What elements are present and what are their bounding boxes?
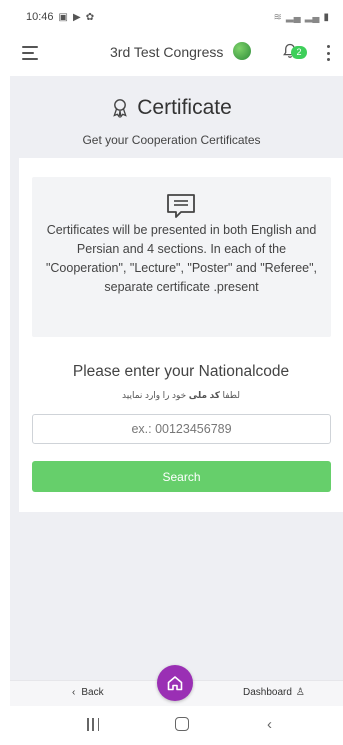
status-time: 10:46 (26, 11, 54, 23)
page-heading: Certificate (0, 96, 343, 123)
dashboard-label: Dashboard (243, 687, 292, 698)
gallery-icon: ▣ (58, 11, 68, 23)
dashboard-button[interactable]: Dashboard ♙ (243, 687, 305, 698)
system-back-icon[interactable]: ‹ (267, 716, 272, 733)
status-right: ≋ ▂▄ ▂▄ ▮ (274, 12, 329, 23)
persian-hint-pre: لطفا (220, 390, 240, 400)
info-box: Certificates will be presented in both E… (32, 177, 331, 337)
persian-hint-post: خود را وارد نمایید (122, 390, 189, 400)
info-text: Certificates will be presented in both E… (45, 223, 318, 294)
nationalcode-prompt: Please enter your Nationalcode (72, 363, 290, 380)
nationalcode-input[interactable] (32, 414, 331, 444)
menu-icon[interactable] (22, 46, 38, 60)
wifi-icon: ≋ (273, 11, 282, 23)
app-title: 3rd Test Congress (110, 44, 224, 60)
system-nav-bar: ‹ (0, 706, 343, 745)
app-header: 3rd Test Congress 2 (0, 34, 343, 76)
page-subtitle: Get your Cooperation Certificates (82, 133, 261, 147)
play-store-icon: ▶ (72, 11, 81, 23)
back-label: Back (81, 687, 104, 698)
system-home-icon[interactable] (175, 717, 189, 731)
page-title-group: Certificate (111, 96, 232, 120)
back-button[interactable]: ‹ Back (72, 687, 104, 698)
notification-icon: ✿ (85, 11, 95, 23)
certificate-ribbon-icon (113, 99, 128, 118)
status-bar: 10:46 ▣ ▶ ✿ ≋ ▂▄ ▂▄ ▮ (0, 0, 343, 34)
chevron-left-icon: ‹ (72, 687, 76, 698)
battery-icon: ▮ (323, 11, 329, 23)
notification-badge: 2 (291, 46, 307, 59)
signal-icon: ▂▄ (285, 11, 301, 23)
more-options-icon[interactable] (325, 45, 331, 61)
status-left: 10:46 ▣ ▶ ✿ (26, 11, 94, 23)
message-icon (167, 194, 195, 218)
user-icon: ♙ (295, 687, 305, 698)
page-title: Certificate (137, 96, 232, 119)
home-icon (167, 676, 183, 691)
notifications-button[interactable]: 2 (283, 42, 311, 62)
globe-icon[interactable] (233, 42, 251, 60)
persian-hint-bold: کد ملی (188, 390, 221, 400)
persian-hint: لطفا کد ملی خود را وارد نمایید (19, 390, 343, 401)
signal-icon: ▂▄ (304, 11, 320, 23)
home-button[interactable] (157, 665, 193, 701)
certificate-card: Certificates will be presented in both E… (19, 158, 343, 512)
search-button[interactable]: Search (32, 461, 331, 492)
recents-icon[interactable] (87, 718, 99, 731)
